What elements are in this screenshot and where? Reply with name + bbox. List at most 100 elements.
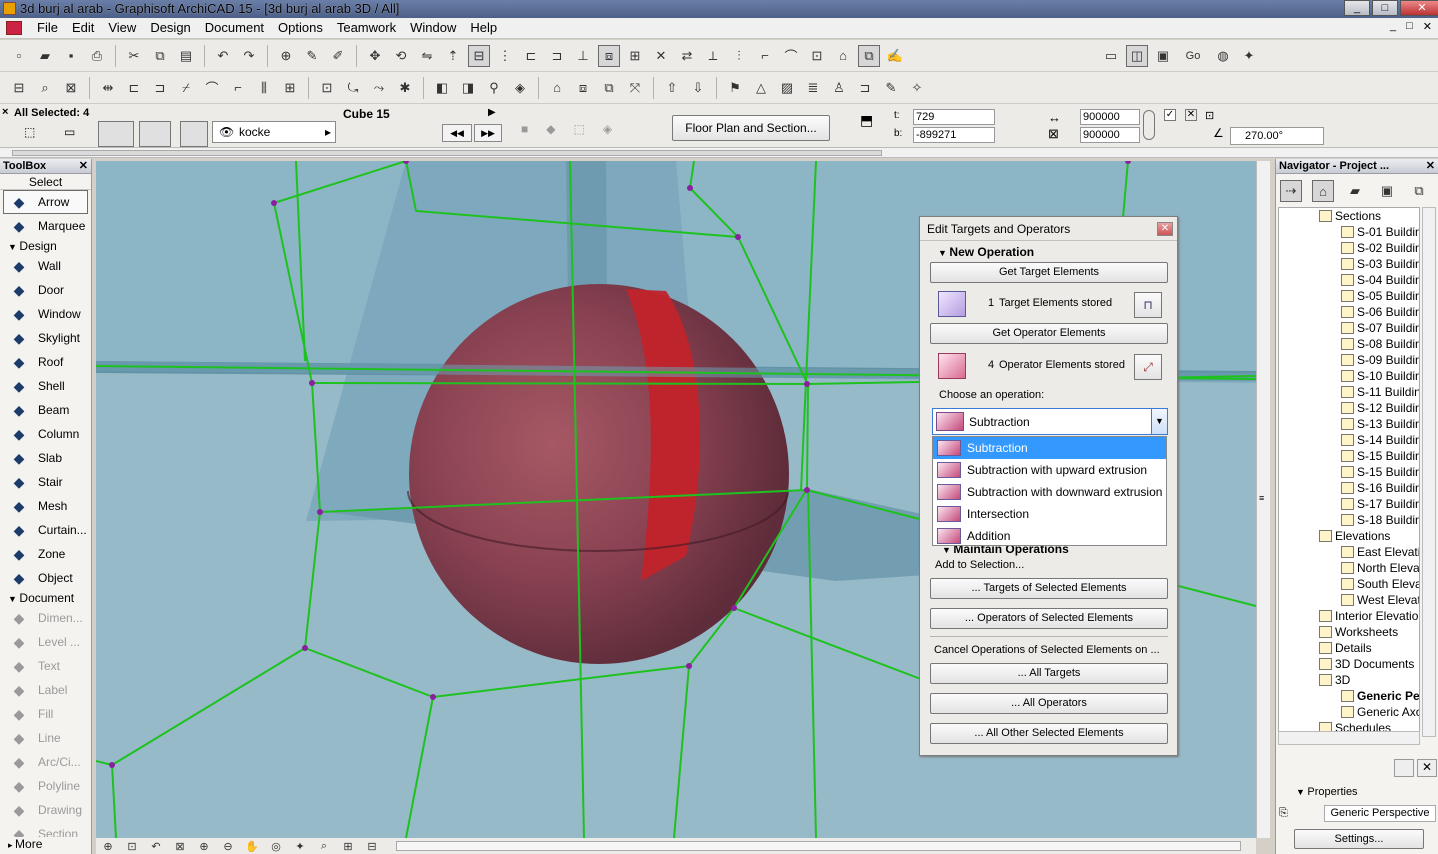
viewport-horizontal-scrollbar[interactable] bbox=[396, 841, 1241, 851]
window-layout-icon[interactable]: ▭ bbox=[1100, 45, 1122, 67]
previous-button[interactable]: ◀◀ bbox=[442, 124, 472, 142]
option-subtraction-upward[interactable]: Subtraction with upward extrusion bbox=[933, 459, 1166, 481]
option-addition[interactable]: Addition bbox=[933, 525, 1166, 547]
tree-item[interactable]: S-03 Building bbox=[1279, 256, 1419, 272]
explore-icon[interactable]: ⌕ bbox=[314, 839, 334, 853]
all-operators-button[interactable]: ... All Operators bbox=[930, 693, 1168, 714]
layer-dropdown[interactable]: 👁 kocke ▸ bbox=[212, 121, 336, 143]
arc-edit-icon[interactable]: ⌒ bbox=[201, 77, 223, 99]
tree-item[interactable]: 3D bbox=[1279, 672, 1419, 688]
perspective-icon[interactable]: ⊞ bbox=[338, 839, 358, 853]
zoom-selection-icon[interactable]: ⌕ bbox=[34, 77, 56, 99]
tree-item[interactable]: 3D Documents bbox=[1279, 656, 1419, 672]
publisher-sets-icon[interactable]: ▣ bbox=[1376, 180, 1398, 202]
3d-window-icon[interactable]: ◫ bbox=[1126, 44, 1148, 67]
bottom-elevation-field[interactable]: -899271 bbox=[913, 127, 995, 143]
option-intersection[interactable]: Intersection bbox=[933, 503, 1166, 525]
elevate-icon[interactable]: ⇡ bbox=[442, 45, 464, 67]
element-settings-icon[interactable] bbox=[98, 121, 134, 147]
copy-icon[interactable]: ⧉ bbox=[149, 45, 171, 67]
marquee-select-icon[interactable]: ▭ bbox=[64, 125, 94, 143]
checkbox-icon[interactable]: ✓ bbox=[1164, 109, 1176, 121]
send-backward-icon[interactable]: ◨ bbox=[457, 77, 479, 99]
new-view-icon[interactable] bbox=[1394, 759, 1414, 777]
toolbox-item-skylight[interactable]: ◆ Skylight bbox=[0, 326, 91, 350]
dialog-close-icon[interactable]: ✕ bbox=[1157, 222, 1173, 236]
save-icon[interactable]: ▪ bbox=[60, 45, 82, 67]
option-subtraction-downward[interactable]: Subtraction with downward extrusion bbox=[933, 481, 1166, 503]
grid-snap-icon[interactable]: ⋮ bbox=[494, 45, 516, 67]
tree-item[interactable]: S-17 Building bbox=[1279, 496, 1419, 512]
toolbox-item-wall[interactable]: ◆ Wall bbox=[0, 254, 91, 278]
go-menu-icon[interactable]: Go bbox=[1178, 45, 1208, 67]
menu-window[interactable]: Window bbox=[403, 18, 463, 38]
document-system-icon[interactable] bbox=[6, 21, 22, 35]
menu-document[interactable]: Document bbox=[198, 18, 271, 38]
toolbox-item-drawing[interactable]: ◆ Drawing bbox=[0, 798, 91, 822]
menu-options[interactable]: Options bbox=[271, 18, 330, 38]
tree-item[interactable]: S-06 Building bbox=[1279, 304, 1419, 320]
figure-icon[interactable]: ♙ bbox=[828, 77, 850, 99]
tree-item[interactable]: S-02 Building bbox=[1279, 240, 1419, 256]
chain-lock-icon[interactable] bbox=[1143, 110, 1155, 140]
tree-item[interactable]: S-18 Building bbox=[1279, 512, 1419, 528]
axonometry-icon[interactable]: ⊟ bbox=[362, 839, 382, 853]
tree-item[interactable]: S-10 Building bbox=[1279, 368, 1419, 384]
tree-item[interactable]: S-12 Building bbox=[1279, 400, 1419, 416]
tree-item[interactable]: Elevations bbox=[1279, 528, 1419, 544]
get-operator-elements-button[interactable]: Get Operator Elements bbox=[930, 323, 1168, 344]
select-tool-icon[interactable]: ⬚ bbox=[24, 125, 54, 143]
layer-icon[interactable] bbox=[180, 121, 208, 147]
operators-of-selected-button[interactable]: ... Operators of Selected Elements bbox=[930, 608, 1168, 629]
tree-item[interactable]: S-16 Building bbox=[1279, 480, 1419, 496]
house-view-icon[interactable]: ⌂ bbox=[832, 45, 854, 67]
label-tool-icon[interactable]: ⊐ bbox=[854, 77, 876, 99]
explode-icon[interactable]: ⊞ bbox=[279, 77, 301, 99]
adjust-icon[interactable]: ⇹ bbox=[97, 77, 119, 99]
toolbox-item-marquee[interactable]: ◆ Marquee bbox=[0, 214, 91, 238]
distribute-icon[interactable]: ⊐ bbox=[546, 45, 568, 67]
all-targets-button[interactable]: ... All Targets bbox=[930, 663, 1168, 684]
wizard-icon[interactable]: ✧ bbox=[906, 77, 928, 99]
lock-icon[interactable]: ⚲ bbox=[483, 77, 505, 99]
minimize-button[interactable]: _ bbox=[1344, 0, 1370, 16]
cut-icon[interactable]: ✂ bbox=[123, 45, 145, 67]
tree-item[interactable]: S-15 Building bbox=[1279, 464, 1419, 480]
tree-item[interactable]: S-05 Building bbox=[1279, 288, 1419, 304]
mdi-close-button[interactable]: ✕ bbox=[1423, 20, 1432, 33]
bring-forward-icon[interactable]: ◧ bbox=[431, 77, 453, 99]
view-map-icon[interactable]: ⌂ bbox=[1312, 180, 1334, 202]
tree-item[interactable]: South Elevat bbox=[1279, 576, 1419, 592]
toolbox-more-category[interactable]: ▸ More bbox=[0, 837, 91, 854]
width-field[interactable]: 900000 bbox=[1080, 109, 1140, 125]
orbit-view-icon[interactable]: ◎ bbox=[266, 839, 286, 853]
mirror-icon[interactable]: ⇋ bbox=[416, 45, 438, 67]
drag-icon[interactable]: ✥ bbox=[364, 45, 386, 67]
toolbox-item-roof[interactable]: ◆ Roof bbox=[0, 350, 91, 374]
infobox-close-icon[interactable]: × bbox=[2, 106, 8, 118]
move-down-icon[interactable]: ⇩ bbox=[687, 77, 709, 99]
toolbox-item-polyline[interactable]: ◆ Polyline bbox=[0, 774, 91, 798]
zoom-out-icon[interactable]: ⊖ bbox=[218, 839, 238, 853]
stair-icon-tb[interactable]: ≣ bbox=[802, 77, 824, 99]
toolbox-item-door[interactable]: ◆ Door bbox=[0, 278, 91, 302]
viewport-vertical-scrollbar[interactable]: ≡ bbox=[1256, 161, 1270, 838]
solid-element-icon[interactable]: ◈ bbox=[509, 77, 531, 99]
infobox-scrollbar[interactable] bbox=[0, 148, 1438, 158]
tree-horizontal-scrollbar[interactable] bbox=[1278, 731, 1420, 745]
toolbox-item-stair[interactable]: ◆ Stair bbox=[0, 470, 91, 494]
depth-field[interactable]: 900000 bbox=[1080, 127, 1140, 143]
orbit-icon[interactable]: ◍ bbox=[1212, 45, 1234, 67]
column-tool-icon[interactable]: ⫼ bbox=[253, 77, 275, 99]
toolbox-item-level[interactable]: ◆ Level ... bbox=[0, 630, 91, 654]
mdi-minimize-button[interactable]: _ bbox=[1390, 20, 1396, 33]
tree-item[interactable]: S-15 Building bbox=[1279, 448, 1419, 464]
geometry-slanted-icon[interactable]: ◆ bbox=[546, 122, 555, 142]
gravity-icon[interactable]: ⊥ bbox=[572, 45, 594, 67]
tree-item[interactable]: Worksheets bbox=[1279, 624, 1419, 640]
delete-icon[interactable]: ✕ bbox=[650, 45, 672, 67]
print-icon[interactable]: ⎙ bbox=[86, 45, 108, 67]
tree-item[interactable]: S-01 Building bbox=[1279, 224, 1419, 240]
properties-heading[interactable]: ▼ Properties bbox=[1296, 786, 1358, 798]
navigator-view-icon[interactable]: ▣ bbox=[1152, 45, 1174, 67]
